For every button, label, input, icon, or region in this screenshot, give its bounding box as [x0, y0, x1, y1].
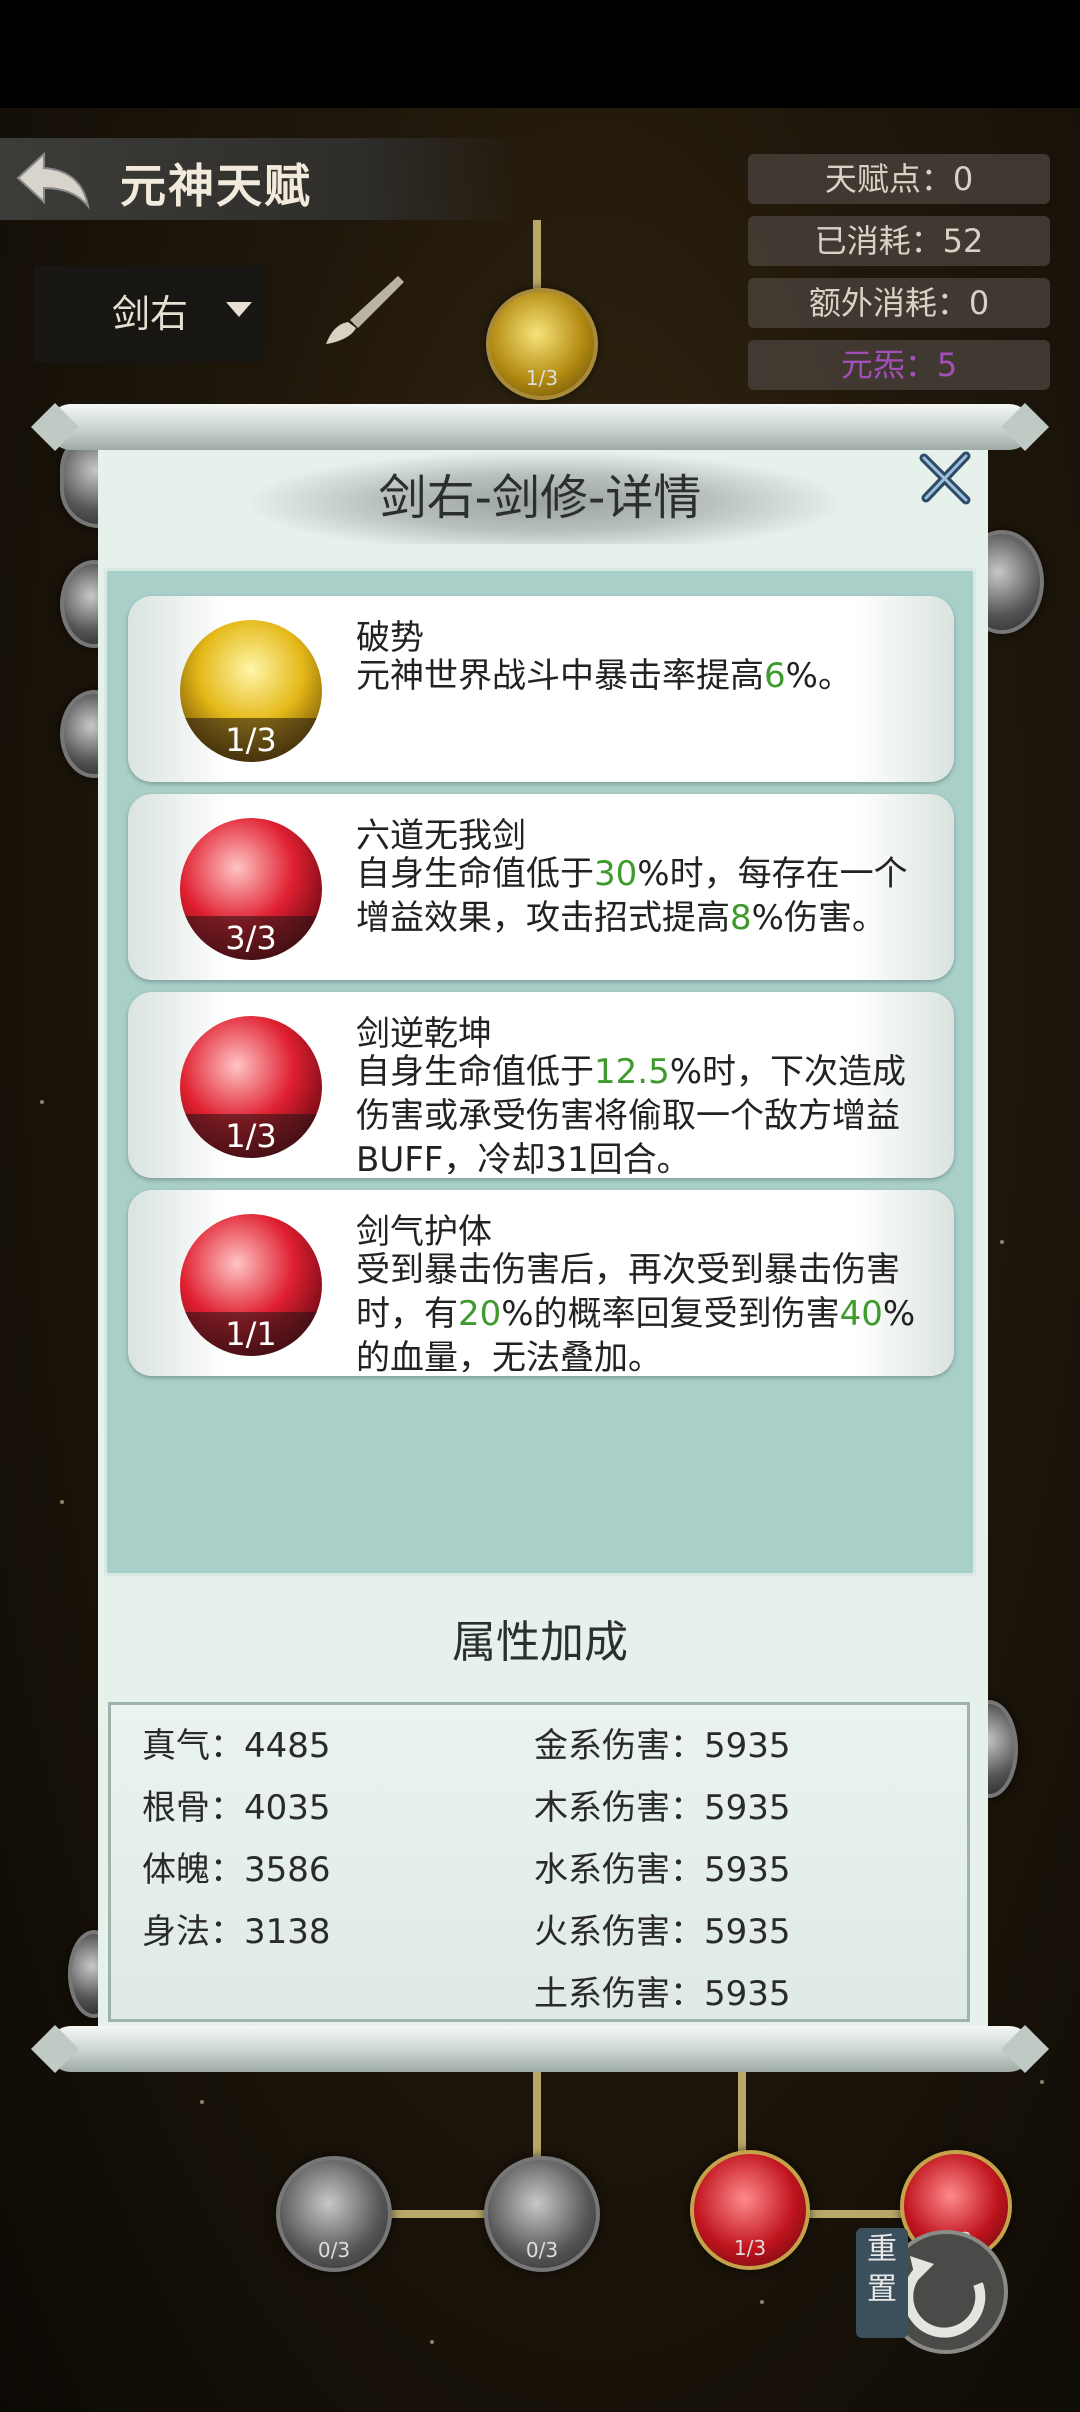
talent-icon: 1/3 [180, 1016, 322, 1158]
talent-card[interactable]: 1/1 剑气护体 受到暴击伤害后，再次受到暴击伤害时，有20%的概率回复受到伤害40… [128, 1190, 954, 1376]
description-text: %伤害。 [751, 898, 886, 938]
highlight-value: 40 [839, 1294, 883, 1334]
attr-shenfa: 身法：3138 [142, 1912, 331, 1952]
scroll-rod-top [30, 402, 1050, 452]
talent-card[interactable]: 3/3 六道无我剑 自身生命值低于30%时，每存在一个增益效果，攻击招式提高8%伤害… [128, 794, 954, 980]
talent-level: 1/3 [180, 718, 322, 762]
talent-icon: 1/3 [180, 620, 322, 762]
node-level: 0/3 [525, 2238, 559, 2262]
node-level: 1/3 [733, 2236, 767, 2260]
extra-consumed-stat: 额外消耗：0 [748, 278, 1050, 328]
attr-zhenqi: 真气：4485 [142, 1726, 331, 1766]
description-text: %。 [785, 656, 852, 696]
attr-metal-damage: 金系伤害：5935 [534, 1726, 791, 1766]
attr-tipo: 体魄：3586 [142, 1850, 331, 1890]
talent-level: 3/3 [180, 916, 322, 960]
talent-name: 剑气护体 [356, 1212, 492, 1252]
back-arrow-icon[interactable] [14, 148, 92, 210]
talent-level: 1/1 [180, 1312, 322, 1356]
dropdown-value: 剑右 [112, 292, 189, 336]
close-icon[interactable] [916, 448, 976, 508]
talent-node[interactable]: 0/3 [484, 2156, 600, 2272]
talent-description: 受到暴击伤害后，再次受到暴击伤害时，有20%的概率回复受到伤害40%的血量，无法… [356, 1248, 916, 1372]
star [1000, 1240, 1004, 1244]
talent-icon: 3/3 [180, 818, 322, 960]
talent-icon: 1/1 [180, 1214, 322, 1356]
star [60, 1500, 64, 1504]
talent-name: 六道无我剑 [356, 816, 526, 856]
scroll-rod-bottom [30, 2024, 1050, 2074]
highlight-value: 8 [730, 898, 752, 938]
node-level: 0/3 [317, 2238, 351, 2262]
highlight-value: 6 [764, 656, 786, 696]
description-text: 元神世界战斗中暴击率提高 [356, 656, 764, 696]
star [430, 2340, 434, 2344]
talent-description: 自身生命值低于30%时，每存在一个增益效果，攻击招式提高8%伤害。 [356, 852, 916, 976]
attr-fire-damage: 火系伤害：5935 [534, 1912, 791, 1952]
highlight-value: 20 [458, 1294, 502, 1334]
description-text: 自身生命值低于 [356, 854, 594, 894]
talent-node[interactable]: 0/3 [276, 2156, 392, 2272]
star [200, 2100, 204, 2104]
talent-branch-dropdown[interactable]: 剑右 [34, 266, 266, 362]
talent-card[interactable]: 1/3 破势 元神世界战斗中暴击率提高6%。 [128, 596, 954, 782]
talent-name: 剑逆乾坤 [356, 1014, 492, 1054]
highlight-value: 12.5 [594, 1052, 670, 1092]
talent-card[interactable]: 1/3 剑逆乾坤 自身生命值低于12.5%时，下次造成伤害或承受伤害将偷取一个敌方增… [128, 992, 954, 1178]
yuanqi-stat: 元炁：5 [748, 340, 1050, 390]
star [1040, 2080, 1044, 2084]
talent-points-stat: 天赋点：0 [748, 154, 1050, 204]
attr-gengu: 根骨：4035 [142, 1788, 331, 1828]
reset-label: 重置 [867, 2232, 897, 2307]
description-text: 自身生命值低于 [356, 1052, 594, 1092]
page-title: 元神天赋 [120, 159, 312, 213]
talent-node[interactable]: 1/3 [486, 288, 598, 400]
star [760, 2300, 764, 2304]
talent-level: 1/3 [180, 1114, 322, 1158]
attr-water-damage: 水系伤害：5935 [534, 1850, 791, 1890]
attributes-title: 属性加成 [452, 1617, 628, 1668]
talent-description: 元神世界战斗中暴击率提高6%。 [356, 654, 916, 778]
consumed-stat: 已消耗：52 [748, 216, 1050, 266]
dropdown-arrow-icon [226, 302, 252, 317]
star [40, 1100, 44, 1104]
talent-name: 破势 [356, 618, 424, 658]
attr-earth-damage: 土系伤害：5935 [534, 1974, 791, 2014]
attr-wood-damage: 木系伤害：5935 [534, 1788, 791, 1828]
highlight-value: 30 [594, 854, 638, 894]
talent-description: 自身生命值低于12.5%时，下次造成伤害或承受伤害将偷取一个敌方增益BUFF，冷… [356, 1050, 916, 1174]
description-text: %的概率回复受到伤害 [501, 1294, 840, 1334]
node-level: 1/3 [525, 366, 559, 390]
brush-icon[interactable] [320, 272, 408, 348]
talent-node[interactable]: 1/3 [690, 2150, 810, 2270]
